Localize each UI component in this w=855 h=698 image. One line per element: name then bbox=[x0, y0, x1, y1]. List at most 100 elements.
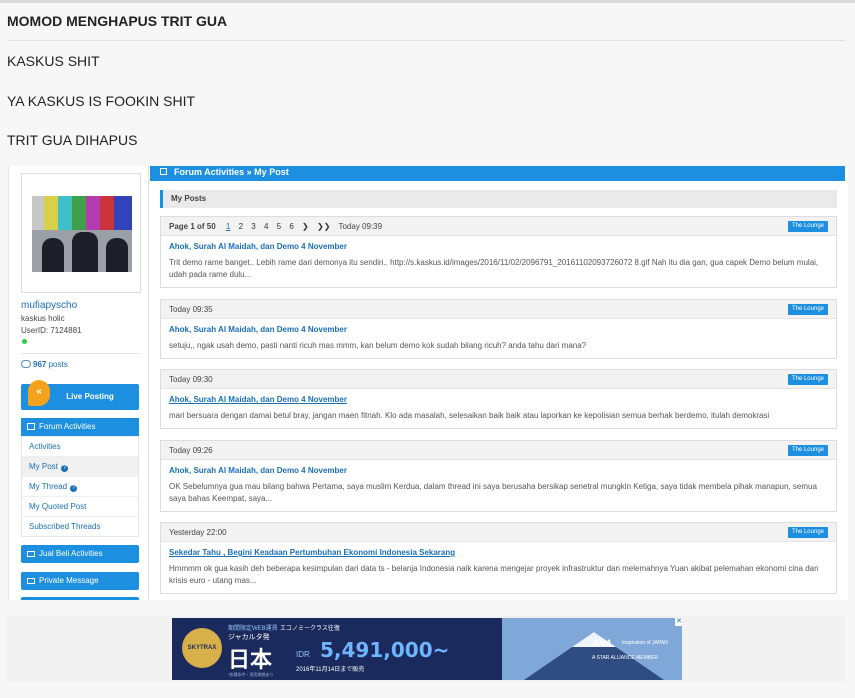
post-card: Today 09:26 The Lounge Ahok, Surah Al Ma… bbox=[160, 440, 837, 512]
profile-user-title: kaskus holic bbox=[21, 314, 65, 323]
pagination-bar: Page 1 of 50 1 2 3 4 5 6 ❯ ❯❯ Today 09:3… bbox=[161, 217, 836, 236]
embedded-screenshot: mufiapyscho kaskus holic UserID: 7124881… bbox=[8, 166, 848, 600]
post-thread-title[interactable]: Ahok, Surah Al Maidah, dan Demo 4 Novemb… bbox=[161, 460, 836, 475]
posts-count-value: 967 bbox=[33, 360, 47, 369]
private-message-button[interactable]: Private Message bbox=[21, 572, 139, 590]
close-icon[interactable]: ✕ bbox=[675, 618, 682, 626]
post-excerpt: mari bersuara dengan damai betul bray, j… bbox=[169, 411, 770, 420]
menu-item-activities[interactable]: Activities bbox=[22, 436, 138, 456]
forum-badge[interactable]: The Lounge bbox=[787, 527, 828, 538]
next-page-icon[interactable]: ❯ bbox=[302, 222, 309, 231]
page-link-6[interactable]: 6 bbox=[289, 222, 293, 231]
post-thread-title[interactable]: Ahok, Surah Al Maidah, dan Demo 4 Novemb… bbox=[161, 236, 836, 251]
post-excerpt: setuju,, ngak usah demo, pasti nanti ric… bbox=[169, 341, 587, 350]
main-content: Forum Activities » My Post My Posts Page… bbox=[150, 166, 848, 600]
airline-logo: ANA bbox=[592, 638, 612, 648]
ad-fine-print: *各種条件・適用期間あり bbox=[228, 672, 274, 677]
post-time: Yesterday 22:00 bbox=[169, 528, 227, 537]
forum-activities-header[interactable]: Forum Activities bbox=[21, 418, 139, 436]
ad-banner[interactable]: SKYTRAX 期間限定WEB運賃 ジャカルタ発 日本 エコノミークラス往復 I… bbox=[172, 618, 682, 680]
avatar-image bbox=[32, 196, 132, 272]
page-link-4[interactable]: 4 bbox=[264, 222, 268, 231]
menu-item-label: Activities bbox=[29, 442, 61, 451]
last-page-icon[interactable]: ❯❯ bbox=[317, 222, 330, 231]
post-card: Today 09:35 The Lounge Ahok, Surah Al Ma… bbox=[160, 299, 837, 359]
menu-item-my-quoted-post[interactable]: My Quoted Post bbox=[22, 496, 138, 516]
page-link-1[interactable]: 1 bbox=[226, 222, 230, 231]
menu-item-label: Subscribed Threads bbox=[29, 522, 101, 531]
ad-promo-label: 期間限定WEB運賃 bbox=[228, 626, 278, 632]
help-icon[interactable]: ? bbox=[70, 485, 78, 492]
breadcrumb: Forum Activities » My Post bbox=[150, 166, 845, 181]
cart-icon bbox=[27, 551, 35, 557]
chat-bubble-icon bbox=[21, 360, 31, 368]
next-sidebar-button[interactable] bbox=[21, 597, 139, 600]
post-thread-title[interactable]: Sekedar Tahu , Begini Keadaan Pertumbuha… bbox=[161, 542, 836, 557]
ad-price: 5,491,000~ bbox=[320, 638, 450, 662]
post-line-1: KASKUS SHIT bbox=[7, 53, 100, 69]
post-card-header: Today 09:30 The Lounge bbox=[161, 370, 836, 389]
post-time: Today 09:35 bbox=[169, 305, 213, 314]
jual-beli-activities-button[interactable]: Jual Beli Activities bbox=[21, 545, 139, 563]
alliance-label: A STAR ALLIANCE MEMBER bbox=[592, 655, 659, 661]
forum-badge[interactable]: The Lounge bbox=[787, 374, 828, 385]
private-message-label: Private Message bbox=[39, 576, 99, 585]
post-time: Today 09:39 bbox=[338, 222, 383, 231]
airline-tagline: Inspiration of JAPAN bbox=[622, 640, 668, 646]
posts-count-label: posts bbox=[48, 360, 68, 369]
sidebar-divider bbox=[21, 353, 141, 354]
breadcrumb-text[interactable]: Forum Activities » My Post bbox=[174, 167, 289, 177]
list-icon bbox=[27, 423, 35, 430]
live-posting-icon: « bbox=[28, 380, 50, 406]
forum-activities-menu: Activities My Post ? My Thread ? My Quot… bbox=[21, 436, 139, 537]
ad-class: エコノミークラス往復 bbox=[280, 626, 340, 632]
post-card-header: Yesterday 22:00 The Lounge bbox=[161, 523, 836, 542]
menu-item-my-post[interactable]: My Post ? bbox=[22, 456, 138, 476]
menu-item-label: My Post bbox=[29, 462, 58, 471]
list-icon bbox=[160, 168, 167, 175]
menu-item-label: My Quoted Post bbox=[29, 502, 87, 511]
live-posting-label: Live Posting bbox=[66, 392, 114, 401]
post-excerpt: Trit demo rame banget.. Lebih rame dari … bbox=[169, 258, 819, 279]
ad-currency: IDR bbox=[296, 650, 310, 659]
posts-count-link[interactable]: 967 posts bbox=[21, 360, 68, 369]
ad-destination: 日本 bbox=[228, 648, 273, 673]
profile-user-id: UserID: 7124881 bbox=[21, 326, 82, 335]
post-time: Today 09:30 bbox=[169, 375, 213, 384]
envelope-icon bbox=[27, 578, 35, 584]
post-card-header: Today 09:26 The Lounge bbox=[161, 441, 836, 460]
page-link-2[interactable]: 2 bbox=[239, 222, 243, 231]
help-icon[interactable]: ? bbox=[61, 465, 69, 472]
page-indicator: Page 1 of 50 bbox=[169, 222, 216, 231]
post-card-header: Today 09:35 The Lounge bbox=[161, 300, 836, 319]
post-excerpt: OK Sebelumnya gua mau bilang bahwa Perta… bbox=[169, 482, 817, 503]
post-line-2: YA KASKUS IS FOOKIN SHIT bbox=[7, 93, 196, 109]
ad-container: SKYTRAX 期間限定WEB運賃 ジャカルタ発 日本 エコノミークラス往復 I… bbox=[7, 616, 845, 682]
page-link-5[interactable]: 5 bbox=[277, 222, 281, 231]
ad-sale-date: 2016年11月14日まで販売 bbox=[296, 667, 365, 673]
post-thread-title[interactable]: Ahok, Surah Al Maidah, dan Demo 4 Novemb… bbox=[161, 389, 836, 404]
mount-fuji-image bbox=[502, 618, 682, 680]
post-line-3: TRIT GUA DIHAPUS bbox=[7, 132, 138, 148]
page-link-3[interactable]: 3 bbox=[251, 222, 255, 231]
live-posting-button[interactable]: « Live Posting bbox=[21, 380, 139, 410]
ad-origin: ジャカルタ発 bbox=[228, 634, 270, 641]
avatar[interactable] bbox=[21, 173, 141, 293]
post-thread-title[interactable]: Ahok, Surah Al Maidah, dan Demo 4 Novemb… bbox=[161, 319, 836, 334]
forum-badge[interactable]: The Lounge bbox=[787, 445, 828, 456]
skytrax-badge: SKYTRAX bbox=[182, 628, 222, 668]
forum-badge[interactable]: The Lounge bbox=[787, 304, 828, 315]
online-status-dot bbox=[22, 339, 27, 344]
title-divider bbox=[7, 40, 845, 41]
top-border bbox=[0, 0, 855, 3]
jual-beli-label: Jual Beli Activities bbox=[39, 549, 103, 558]
menu-item-my-thread[interactable]: My Thread ? bbox=[22, 476, 138, 496]
forum-badge[interactable]: The Lounge bbox=[787, 221, 828, 232]
post-title: MOMOD MENGHAPUS TRIT GUA bbox=[7, 13, 228, 29]
post-excerpt: Hmmmm ok gua kasih deh beberapa kesimpul… bbox=[169, 564, 819, 585]
post-card: Today 09:30 The Lounge Ahok, Surah Al Ma… bbox=[160, 369, 837, 429]
forum-activities-label: Forum Activities bbox=[39, 422, 96, 431]
menu-item-subscribed-threads[interactable]: Subscribed Threads bbox=[22, 516, 138, 536]
profile-username[interactable]: mufiapyscho bbox=[21, 300, 77, 311]
post-time: Today 09:26 bbox=[169, 446, 213, 455]
